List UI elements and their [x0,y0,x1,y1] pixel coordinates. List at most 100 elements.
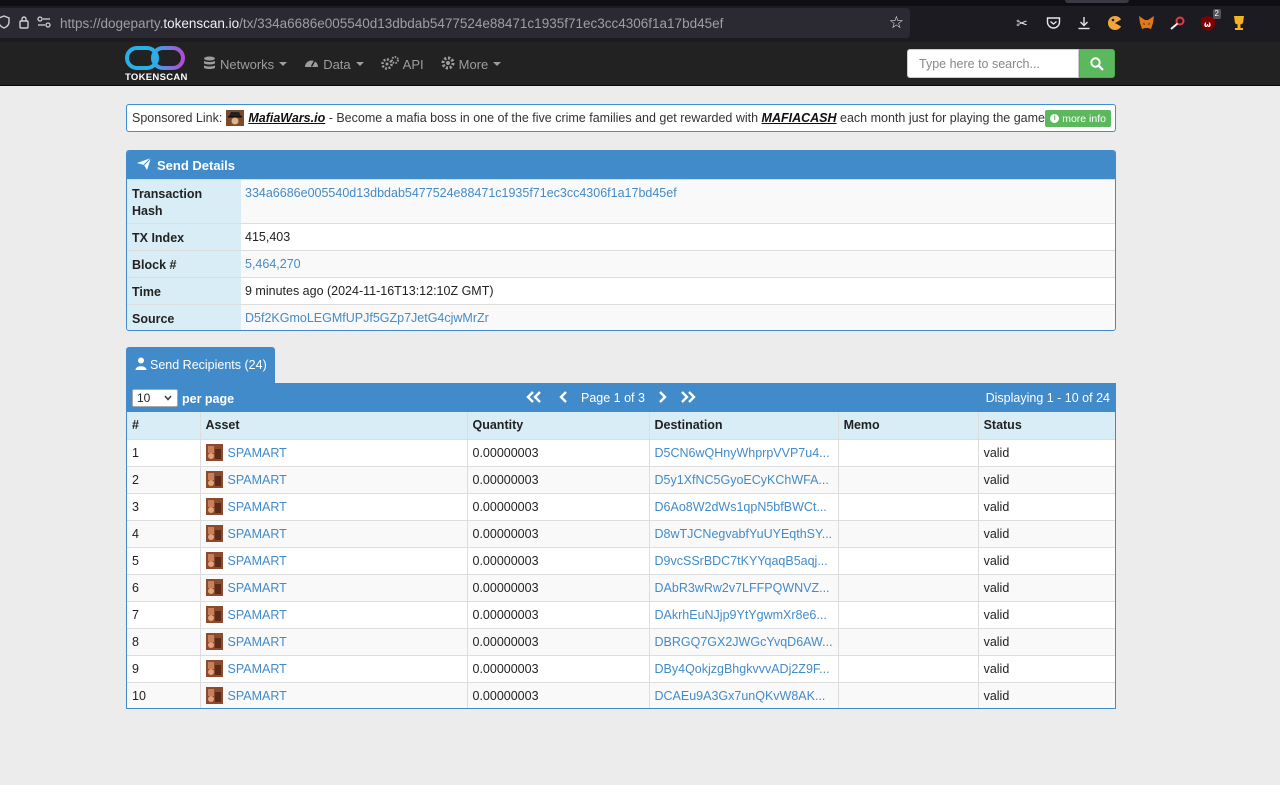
asset-link[interactable]: SPAMART [228,554,287,568]
asset-thumbnail-icon[interactable] [205,687,223,705]
last-page-icon[interactable] [679,390,697,406]
quantity-cell: 0.00000003 [467,492,650,520]
column-header-number[interactable]: # [127,412,201,439]
asset-thumbnail-icon[interactable] [205,498,223,515]
nav-data[interactable]: Data [304,56,364,72]
asset-link[interactable]: SPAMART [228,446,287,460]
row-number: 1 [127,438,201,466]
metamask-fox-icon[interactable] [1136,13,1156,33]
display-count: Displaying 1 - 10 of 24 [985,391,1110,405]
asset-cell: SPAMART [200,654,468,682]
asset-cell: SPAMART [200,492,468,520]
asset-thumbnail-icon[interactable] [205,606,223,623]
url-text[interactable]: https://dogeparty.tokenscan.io/tx/334a66… [60,16,723,31]
memo-cell [838,546,979,574]
prev-page-icon[interactable] [559,390,569,406]
key-extension-icon[interactable] [1167,13,1187,33]
first-page-icon[interactable] [525,390,543,406]
destination-cell: DBRGQ7GX2JWGcYvqD6AW... [649,627,839,655]
detail-label: Source [127,305,241,330]
nav-more[interactable]: More [441,56,502,73]
source-address-link[interactable]: D5f2KGmoLEGMfUPJf5GZp7JetG4cjwMrZr [245,311,489,325]
asset-link[interactable]: SPAMART [228,581,287,595]
asset-thumbnail-icon[interactable] [205,552,223,569]
destination-link[interactable]: DCAEu9A3Gx7unQKvW8AK... [655,689,826,703]
destination-link[interactable]: D5y1XfNC5GyoECyKChWFA... [655,473,829,487]
send-details-header: Send Details [127,151,1115,179]
asset-link[interactable]: SPAMART [228,608,287,622]
column-header-memo[interactable]: Memo [838,412,979,439]
brand-text: TOKENSCAN [125,72,188,83]
database-icon [203,56,216,73]
asset-link[interactable]: SPAMART [228,662,287,676]
memo-cell [838,627,979,655]
shield-icon[interactable] [0,14,14,32]
download-icon[interactable] [1074,13,1094,33]
nav-networks[interactable]: Networks [203,56,288,73]
destination-link[interactable]: D6Ao8W2dWs1qpN5bfBWCt... [655,500,827,514]
cup-extension-icon[interactable] [1229,13,1249,33]
table-row: 2 SPAMART 0.00000003 D5y1XfNC5GyoECyKChWFA.… [127,465,1115,493]
address-bar[interactable]: https://dogeparty.tokenscan.io/tx/334a66… [0,8,910,38]
ublock-icon[interactable]: ω 2 [1198,9,1221,33]
nav-networks-label: Networks [220,56,275,72]
active-tab-edge[interactable] [1065,0,1129,3]
detail-row-hash: Transaction Hash 334a6686e005540d13dbdab… [127,179,1115,223]
infinity-logo-icon [125,46,185,70]
column-header-asset[interactable]: Asset [200,412,468,439]
bookmark-star-icon[interactable]: ☆ [889,13,904,33]
asset-link[interactable]: SPAMART [228,689,287,703]
destination-link[interactable]: D5CN6wQHnyWhprpVVP7u4... [655,446,830,460]
paper-plane-icon [136,157,152,174]
asset-link[interactable]: SPAMART [228,527,287,541]
extension-pacman-icon[interactable] [1105,13,1125,33]
block-link[interactable]: 5,464,270 [245,257,301,271]
url-prefix: https://dogeparty. [60,15,164,31]
search-button[interactable] [1079,49,1115,78]
quantity-cell: 0.00000003 [467,438,650,466]
url-host: tokenscan.io [163,15,240,31]
extension-badge: 2 [1212,9,1221,19]
asset-thumbnail-icon[interactable] [205,579,223,596]
destination-link[interactable]: D8wTJCNegvabfYuUYEqthSY... [655,527,833,541]
mafiawars-icon[interactable] [226,110,245,126]
nav-api[interactable]: API [380,55,424,73]
tx-hash-link[interactable]: 334a6686e005540d13dbdab5477524e88471c193… [245,186,677,200]
asset-thumbnail-icon[interactable] [205,471,223,488]
sponsor-token-link[interactable]: MAFIACASH [762,111,837,125]
search-input[interactable] [907,49,1079,78]
destination-link[interactable]: DAbR3wRw2v7LFFPQWNVZ... [655,581,830,595]
asset-thumbnail-icon[interactable] [205,525,223,542]
asset-thumbnail-icon[interactable] [205,660,223,677]
asset-thumbnail-icon[interactable] [205,444,223,461]
row-number: 9 [127,654,201,682]
asset-link[interactable]: SPAMART [228,635,287,649]
lock-icon[interactable] [14,15,34,32]
destination-link[interactable]: DAkrhEuNJjp9YtYgwmXr8e6... [655,608,827,622]
svg-text:ω: ω [1204,20,1211,29]
destination-link[interactable]: DBy4QokjzgBhgkvvvADj2Z9F... [655,662,830,676]
table-row: 3 SPAMART 0.00000003 D6Ao8W2dWs1qpN5bfBWCt.… [127,492,1115,520]
recipients-toolbar: 10 per page Page 1 of 3 Displaying 1 - 1… [127,384,1115,412]
destination-link[interactable]: DBRGQ7GX2JWGcYvqD6AW... [655,635,833,649]
column-header-status[interactable]: Status [978,412,1115,439]
pocket-icon[interactable] [1043,13,1063,33]
column-header-destination[interactable]: Destination [649,412,839,439]
asset-link[interactable]: SPAMART [228,500,287,514]
screenshot-icon[interactable]: ✂ [1012,13,1032,33]
sponsor-site-link[interactable]: MafiaWars.io [248,111,325,125]
tokenscan-logo[interactable]: TOKENSCAN [125,44,189,84]
tab-send-recipients[interactable]: Send Recipients (24) [126,347,275,383]
asset-link[interactable]: SPAMART [228,473,287,487]
more-info-button[interactable]: i more info [1045,110,1111,127]
status-cell: valid [978,546,1115,574]
destination-link[interactable]: D9vcSSrBDC7tKYYqaqB5aqj... [655,554,828,568]
next-page-icon[interactable] [657,390,667,406]
asset-thumbnail-icon[interactable] [205,633,223,650]
extensions-toolbar: ✂ ω 2 [1012,9,1249,36]
permissions-icon[interactable] [34,15,54,31]
column-header-quantity[interactable]: Quantity [467,412,650,439]
per-page-select[interactable]: 10 [132,389,178,407]
sponsored-banner: Sponsored Link: MafiaWars.io - Become a … [126,104,1116,132]
page-indicator: Page 1 of 3 [581,391,645,405]
